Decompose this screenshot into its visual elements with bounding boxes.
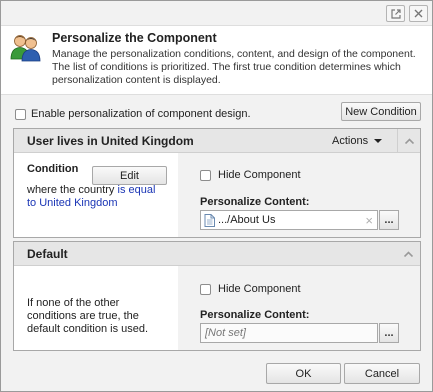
edit-condition-button[interactable]: Edit <box>92 166 167 185</box>
actions-label: Actions <box>332 135 369 147</box>
document-icon <box>204 213 215 227</box>
personalize-dialog: Personalize the Component Manage the per… <box>0 0 433 392</box>
chevron-up-icon <box>404 137 414 144</box>
default-title: Default <box>27 247 68 261</box>
actions-dropdown[interactable]: Actions <box>332 135 383 147</box>
dialog-description: Manage the personalization conditions, c… <box>52 48 416 86</box>
personalize-content-label: Personalize Content: <box>200 196 310 208</box>
condition-rule-prefix: where the country <box>27 184 118 196</box>
condition-label: Condition <box>27 163 79 175</box>
caret-down-icon <box>374 139 383 143</box>
dialog-header: Personalize the Component Manage the per… <box>1 25 432 95</box>
ok-button[interactable]: OK <box>266 363 341 384</box>
enable-personalization-row[interactable]: Enable personalization of component desi… <box>15 107 251 121</box>
condition-rule-text: where the country is equal to United Kin… <box>27 184 167 210</box>
browse-button[interactable]: ... <box>379 210 399 230</box>
personalize-content-placeholder: [Not set] <box>205 327 246 339</box>
users-icon <box>10 32 42 62</box>
default-description: If none of the other conditions are true… <box>27 297 149 335</box>
condition-content-section: Hide Component Personalize Content: .../… <box>178 153 420 237</box>
enable-personalization-checkbox[interactable] <box>15 108 26 120</box>
personalize-content-field[interactable]: .../About Us × <box>200 210 378 230</box>
condition-header: User lives in United Kingdom Actions <box>14 129 420 153</box>
condition-rule-section: Condition Edit where the country is equa… <box>14 153 178 237</box>
cancel-button[interactable]: Cancel <box>344 363 420 384</box>
hide-component-label: Hide Component <box>218 169 301 181</box>
default-header: Default <box>14 242 420 266</box>
popout-icon[interactable] <box>386 5 405 22</box>
condition-panel: User lives in United Kingdom Actions Con… <box>13 128 421 238</box>
hide-component-row[interactable]: Hide Component <box>200 169 301 181</box>
chevron-up-icon <box>404 250 413 257</box>
collapse-button[interactable] <box>397 129 420 152</box>
hide-component-row[interactable]: Hide Component <box>200 283 301 295</box>
personalize-content-field[interactable]: [Not set] <box>200 323 378 343</box>
close-icon[interactable] <box>409 5 428 22</box>
condition-title: User lives in United Kingdom <box>27 134 194 148</box>
browse-button[interactable]: ... <box>379 323 399 343</box>
personalize-content-label: Personalize Content: <box>200 309 310 321</box>
dialog-title: Personalize the Component <box>52 31 217 45</box>
default-rule-section: If none of the other conditions are true… <box>14 266 178 350</box>
dialog-titlebar <box>1 1 432 25</box>
clear-icon[interactable]: × <box>365 213 373 228</box>
hide-component-checkbox[interactable] <box>200 169 211 181</box>
default-condition-panel: Default If none of the other conditions … <box>13 241 421 351</box>
personalize-content-value: .../About Us <box>218 214 276 226</box>
default-content-section: Hide Component Personalize Content: [Not… <box>178 266 420 350</box>
hide-component-label: Hide Component <box>218 283 301 295</box>
enable-personalization-label: Enable personalization of component desi… <box>31 108 251 120</box>
hide-component-checkbox[interactable] <box>200 283 211 295</box>
collapse-button[interactable] <box>397 242 420 265</box>
new-condition-button[interactable]: New Condition <box>341 102 421 121</box>
